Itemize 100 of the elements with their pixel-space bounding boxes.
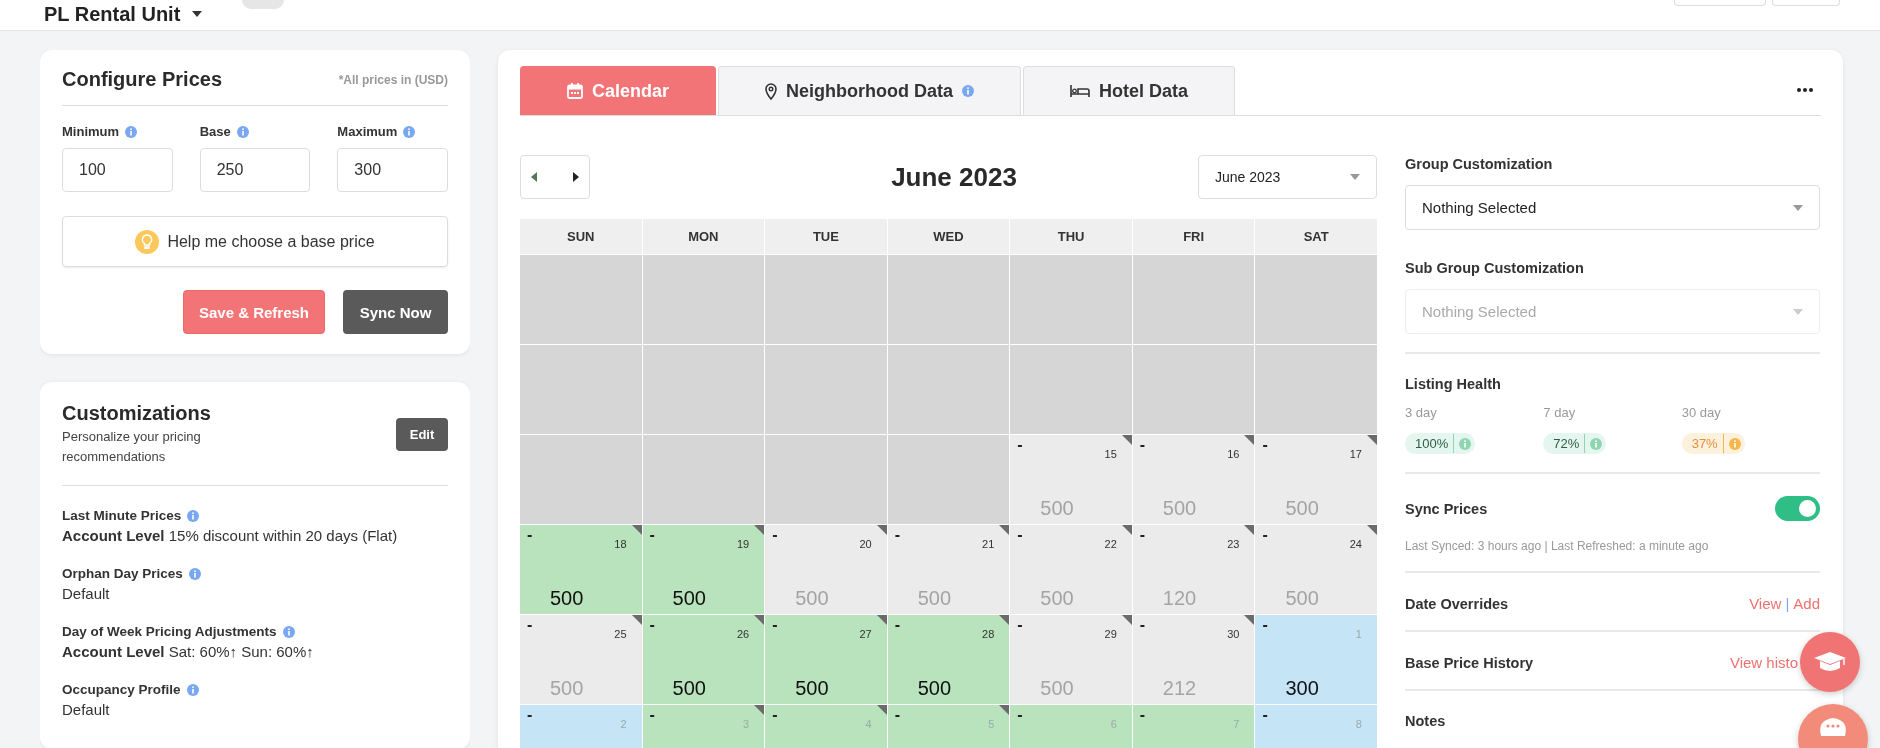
day-cell[interactable]: - 25 500 bbox=[520, 615, 642, 704]
day-cell[interactable]: - 3 bbox=[642, 705, 765, 748]
day-cell[interactable]: - 26 500 bbox=[642, 615, 765, 704]
day-cell[interactable]: - 30 212 bbox=[1132, 615, 1255, 704]
edit-button[interactable]: Edit bbox=[396, 418, 448, 451]
day-marker: - bbox=[527, 617, 533, 635]
day-cell[interactable]: - 22 500 bbox=[1010, 525, 1132, 614]
day-number: 1 bbox=[1355, 628, 1362, 640]
day-cell[interactable] bbox=[520, 345, 642, 434]
top-button[interactable] bbox=[1674, 0, 1766, 6]
day-number: 2 bbox=[620, 718, 627, 730]
day-cell[interactable] bbox=[1255, 345, 1377, 434]
price-text: 300 bbox=[1285, 677, 1319, 700]
day-cell[interactable] bbox=[765, 435, 887, 524]
day-cell[interactable] bbox=[765, 255, 887, 344]
day-cell[interactable]: - 19 500 bbox=[642, 525, 765, 614]
previous-icon bbox=[531, 172, 537, 182]
day-cell[interactable] bbox=[642, 435, 765, 524]
price-text: 500 bbox=[1040, 587, 1074, 610]
day-marker: - bbox=[1139, 437, 1146, 455]
day-cell[interactable] bbox=[520, 435, 642, 524]
day-marker: - bbox=[649, 527, 655, 545]
day-cell[interactable]: - 4 bbox=[765, 705, 887, 748]
tab[interactable]: Neighborhood Data bbox=[718, 66, 1022, 115]
card-title: Configure Prices bbox=[62, 68, 223, 91]
day-number: 4 bbox=[865, 718, 872, 730]
day-cell[interactable]: - 24 500 bbox=[1255, 525, 1377, 614]
day-cell[interactable]: - 15 500 bbox=[1010, 435, 1132, 524]
day-cell[interactable]: - 16 500 bbox=[1132, 435, 1255, 524]
price-text: 500 bbox=[795, 587, 829, 610]
day-marker: - bbox=[649, 707, 655, 725]
day-cell[interactable]: - 20 500 bbox=[765, 525, 887, 614]
sync-now-button[interactable]: Sync Now bbox=[343, 290, 448, 334]
map-pin-icon bbox=[765, 82, 778, 100]
day-cell[interactable] bbox=[1132, 255, 1255, 344]
setting-label: Occupancy Profile bbox=[62, 682, 181, 697]
period-label: 7 day bbox=[1543, 405, 1577, 420]
setting-label: Orphan Day Prices bbox=[62, 566, 183, 581]
day-marker: - bbox=[527, 527, 533, 545]
price-input[interactable]: 300 bbox=[337, 148, 448, 192]
day-marker: - bbox=[527, 707, 533, 725]
price-text: 212 bbox=[1162, 677, 1197, 700]
day-number: 26 bbox=[736, 628, 750, 640]
price-text: 500 bbox=[917, 677, 952, 700]
day-cell[interactable]: - 18 500 bbox=[520, 525, 642, 614]
weekday-header: TUE bbox=[765, 219, 887, 254]
price-input[interactable]: 100 bbox=[62, 148, 173, 192]
day-cell[interactable] bbox=[765, 345, 887, 434]
top-button[interactable] bbox=[1772, 0, 1840, 6]
caret-icon bbox=[192, 11, 203, 17]
group-select[interactable]: Nothing Selected bbox=[1405, 185, 1820, 230]
setting-value: Account Level Sat: 60%↑ Sun: 60%↑ bbox=[62, 643, 315, 660]
day-cell[interactable]: - 8 bbox=[1255, 705, 1377, 748]
day-cell[interactable] bbox=[887, 255, 1010, 344]
sync-toggle[interactable] bbox=[1775, 496, 1820, 521]
day-cell[interactable] bbox=[1010, 255, 1132, 344]
day-cell[interactable] bbox=[1255, 255, 1377, 344]
day-number: 18 bbox=[614, 538, 627, 550]
day-cell[interactable]: - 21 500 bbox=[887, 525, 1010, 614]
price-input[interactable]: 250 bbox=[199, 148, 311, 192]
weekday-header: THU bbox=[1010, 219, 1132, 254]
price-text: 120 bbox=[1162, 587, 1197, 610]
caret-icon bbox=[1793, 204, 1803, 211]
day-marker: - bbox=[649, 617, 655, 635]
day-cell[interactable] bbox=[642, 255, 765, 344]
day-cell[interactable]: - 27 500 bbox=[765, 615, 887, 704]
caret-icon bbox=[1793, 308, 1803, 315]
day-cell[interactable]: - 1 300 bbox=[1255, 615, 1377, 704]
day-cell[interactable]: - 28 500 bbox=[887, 615, 1010, 704]
day-cell[interactable] bbox=[887, 435, 1010, 524]
card-title: Customizations bbox=[62, 402, 212, 425]
health-badge: 37% bbox=[1681, 433, 1745, 454]
day-number: 17 bbox=[1349, 448, 1362, 460]
calendar-icon bbox=[567, 83, 583, 99]
tab[interactable]: Hotel Data bbox=[1023, 66, 1236, 115]
price-text: 500 bbox=[1040, 497, 1074, 520]
day-marker: - bbox=[772, 527, 778, 545]
card-subtitle: Personalize your pricing recommendations bbox=[62, 428, 202, 466]
day-cell[interactable] bbox=[1010, 345, 1132, 434]
section-label: Date Overrides bbox=[1405, 595, 1509, 612]
toggle-pill[interactable] bbox=[242, 0, 285, 9]
price-text: 500 bbox=[672, 677, 706, 700]
day-cell[interactable]: - 29 500 bbox=[1010, 615, 1132, 704]
day-cell[interactable] bbox=[887, 345, 1010, 434]
graduation-cap-icon bbox=[1813, 650, 1847, 674]
help-button[interactable]: Help me choose a base price bbox=[62, 216, 448, 267]
month-select[interactable]: June 2023 bbox=[1198, 155, 1377, 199]
day-cell[interactable]: - 2 bbox=[520, 705, 642, 748]
day-cell[interactable] bbox=[520, 255, 642, 344]
property-selector[interactable]: PL Rental Unit bbox=[44, 2, 203, 26]
day-cell[interactable] bbox=[1132, 345, 1255, 434]
day-cell[interactable]: - 17 500 bbox=[1255, 435, 1377, 524]
section-label: Sync Prices bbox=[1405, 500, 1488, 517]
day-marker: - bbox=[894, 527, 901, 545]
day-cell[interactable]: - 23 120 bbox=[1132, 525, 1255, 614]
day-marker: - bbox=[1139, 527, 1146, 545]
section-label: Listing Health bbox=[1405, 376, 1502, 392]
month-nav[interactable] bbox=[520, 155, 590, 199]
day-cell[interactable] bbox=[642, 345, 765, 434]
price-text: 500 bbox=[550, 587, 584, 610]
